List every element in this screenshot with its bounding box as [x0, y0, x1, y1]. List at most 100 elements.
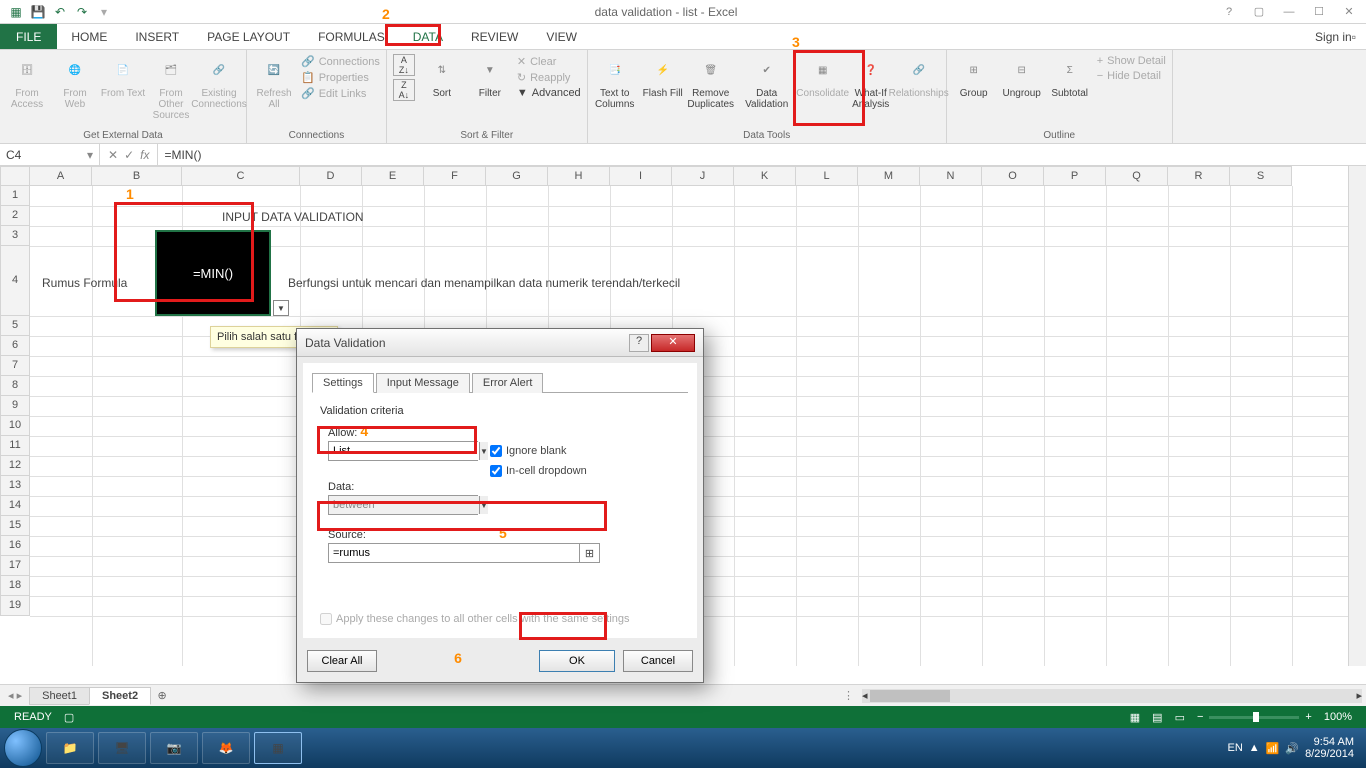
- remove-duplicates-button[interactable]: 🗑Remove Duplicates: [688, 52, 734, 110]
- row-header-8[interactable]: 8: [0, 376, 30, 396]
- from-other-button[interactable]: 🗂From Other Sources: [148, 52, 194, 121]
- tray-volume-icon[interactable]: 🔊: [1285, 742, 1299, 755]
- in-cell-dropdown-checkbox[interactable]: In-cell dropdown: [490, 465, 587, 477]
- sort-za-button[interactable]: ZA↓: [393, 79, 415, 101]
- subtotal-button[interactable]: ΣSubtotal: [1047, 52, 1093, 99]
- col-header-C[interactable]: C: [182, 166, 300, 186]
- col-header-E[interactable]: E: [362, 166, 424, 186]
- sheet-tab-2[interactable]: Sheet2: [89, 687, 151, 705]
- dialog-tab-settings[interactable]: Settings: [312, 373, 374, 393]
- taskbar-firefox-icon[interactable]: 🦊: [202, 732, 250, 764]
- advanced-button[interactable]: ▼ Advanced: [515, 86, 583, 100]
- tray-network-icon[interactable]: 📶: [1266, 742, 1280, 755]
- hide-detail-button[interactable]: − Hide Detail: [1095, 69, 1168, 83]
- tab-data[interactable]: DATA: [399, 24, 457, 49]
- tray-flag-icon[interactable]: ▲: [1249, 742, 1260, 754]
- row-header-13[interactable]: 13: [0, 476, 30, 496]
- row-header-17[interactable]: 17: [0, 556, 30, 576]
- taskbar-app-icon[interactable]: 🖥: [98, 732, 146, 764]
- cancel-button[interactable]: Cancel: [623, 650, 693, 672]
- show-detail-button[interactable]: + Show Detail: [1095, 54, 1168, 68]
- row-header-15[interactable]: 15: [0, 516, 30, 536]
- col-header-O[interactable]: O: [982, 166, 1044, 186]
- consolidate-button[interactable]: ▦Consolidate: [800, 52, 846, 99]
- zoom-level[interactable]: 100%: [1318, 711, 1358, 723]
- from-access-button[interactable]: 🗄From Access: [4, 52, 50, 110]
- row-header-12[interactable]: 12: [0, 456, 30, 476]
- edit-links-button[interactable]: 🔗 Edit Links: [299, 86, 382, 101]
- cell-d2[interactable]: INPUT DATA VALIDATION: [218, 208, 368, 226]
- help-icon[interactable]: ?: [1216, 2, 1242, 22]
- clear-all-button[interactable]: Clear All: [307, 650, 377, 672]
- row-header-19[interactable]: 19: [0, 596, 30, 616]
- select-all-corner[interactable]: [0, 166, 30, 186]
- group-button[interactable]: ⊞Group: [951, 52, 997, 99]
- col-header-P[interactable]: P: [1044, 166, 1106, 186]
- from-web-button[interactable]: 🌐From Web: [52, 52, 98, 110]
- save-icon[interactable]: 💾: [30, 4, 46, 20]
- col-header-R[interactable]: R: [1168, 166, 1230, 186]
- col-header-S[interactable]: S: [1230, 166, 1292, 186]
- source-input[interactable]: ⊞: [328, 543, 600, 563]
- add-sheet-button[interactable]: ⊕: [151, 689, 173, 702]
- accept-formula-icon[interactable]: ✓: [124, 148, 134, 162]
- tab-file[interactable]: FILE: [0, 24, 57, 49]
- cancel-formula-icon[interactable]: ✕: [108, 148, 118, 162]
- cell-e4[interactable]: Berfungsi untuk mencari dan menampilkan …: [284, 274, 684, 292]
- row-header-18[interactable]: 18: [0, 576, 30, 596]
- zoom-in-icon[interactable]: +: [1299, 711, 1317, 723]
- tab-formulas[interactable]: FORMULAS: [304, 24, 399, 49]
- taskbar-excel-icon[interactable]: ▦: [254, 732, 302, 764]
- chevron-down-icon[interactable]: ▼: [479, 442, 488, 460]
- taskbar-app2-icon[interactable]: 📷: [150, 732, 198, 764]
- zoom-slider[interactable]: [1209, 716, 1299, 719]
- row-header-1[interactable]: 1: [0, 186, 30, 206]
- col-header-G[interactable]: G: [486, 166, 548, 186]
- ribbon-options-icon[interactable]: ▢: [1246, 2, 1272, 22]
- qat-customize-icon[interactable]: ▾: [96, 4, 112, 20]
- undo-icon[interactable]: ↶: [52, 4, 68, 20]
- col-header-I[interactable]: I: [610, 166, 672, 186]
- ok-button[interactable]: OK: [539, 650, 615, 672]
- col-header-A[interactable]: A: [30, 166, 92, 186]
- tray-clock[interactable]: 9:54 AM8/29/2014: [1305, 736, 1354, 760]
- tab-page-layout[interactable]: PAGE LAYOUT: [193, 24, 304, 49]
- col-header-L[interactable]: L: [796, 166, 858, 186]
- sheet-tab-1[interactable]: Sheet1: [29, 687, 90, 705]
- col-header-F[interactable]: F: [424, 166, 486, 186]
- row-header-14[interactable]: 14: [0, 496, 30, 516]
- col-header-J[interactable]: J: [672, 166, 734, 186]
- name-box[interactable]: C4▾: [0, 144, 100, 165]
- row-header-2[interactable]: 2: [0, 206, 30, 226]
- tab-view[interactable]: VIEW: [532, 24, 591, 49]
- text-to-columns-button[interactable]: 📑Text to Columns: [592, 52, 638, 110]
- col-header-H[interactable]: H: [548, 166, 610, 186]
- from-text-button[interactable]: 📄From Text: [100, 52, 146, 99]
- data-validation-button[interactable]: ✔Data Validation: [736, 52, 798, 110]
- sign-in[interactable]: Sign in ▫: [1305, 24, 1366, 49]
- row-header-5[interactable]: 5: [0, 316, 30, 336]
- start-button[interactable]: [4, 729, 42, 767]
- what-if-button[interactable]: ❓What-If Analysis: [848, 52, 894, 110]
- properties-button[interactable]: 📋 Properties: [299, 70, 382, 85]
- row-header-4[interactable]: 4: [0, 246, 30, 316]
- allow-combo[interactable]: ▼: [328, 441, 478, 461]
- tab-home[interactable]: HOME: [57, 24, 121, 49]
- fx-icon[interactable]: fx: [140, 148, 149, 162]
- filter-button[interactable]: ▼Filter: [467, 52, 513, 99]
- formula-bar[interactable]: =MIN(): [158, 144, 1366, 165]
- ungroup-button[interactable]: ⊟Ungroup: [999, 52, 1045, 99]
- minimize-icon[interactable]: —: [1276, 2, 1302, 22]
- col-header-B[interactable]: B: [92, 166, 182, 186]
- cell-dropdown-button[interactable]: ▼: [273, 300, 289, 316]
- col-header-K[interactable]: K: [734, 166, 796, 186]
- sort-button[interactable]: ⇅Sort: [419, 52, 465, 99]
- row-header-9[interactable]: 9: [0, 396, 30, 416]
- row-header-7[interactable]: 7: [0, 356, 30, 376]
- dialog-tab-input-message[interactable]: Input Message: [376, 373, 470, 393]
- row-header-3[interactable]: 3: [0, 226, 30, 246]
- macro-record-icon[interactable]: ▢: [58, 711, 80, 724]
- relationships-button[interactable]: 🔗Relationships: [896, 52, 942, 99]
- cell-c4-selected[interactable]: =MIN(): [155, 230, 271, 316]
- reapply-button[interactable]: ↻ Reapply: [515, 70, 583, 85]
